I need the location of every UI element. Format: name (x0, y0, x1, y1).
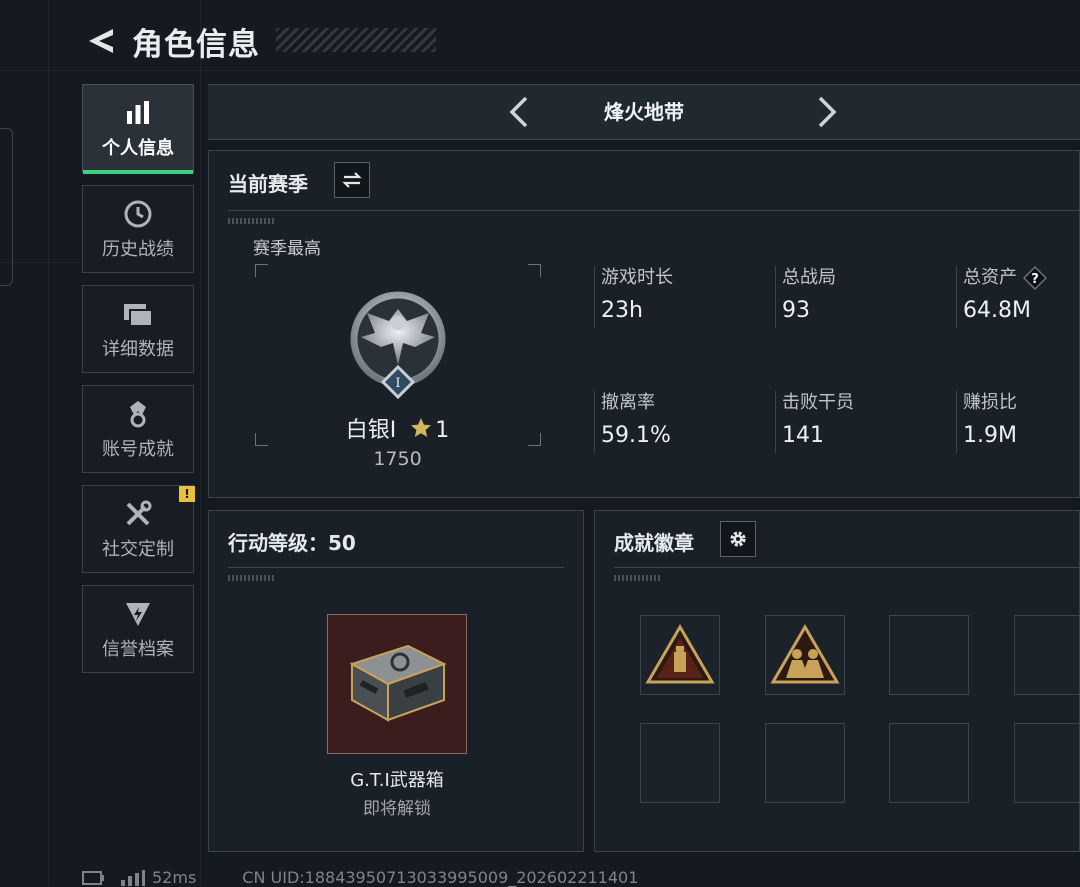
title-decoration (276, 28, 436, 52)
status-footer: 52ms CN UID:18843950713033995009_2026022… (82, 868, 638, 887)
stat-value: 59.1% (601, 423, 671, 448)
stat-operators-defeated: 击败干员 141 (775, 391, 952, 453)
sidebar-item-label: 历史战绩 (102, 239, 174, 260)
rank-score: 1750 (373, 448, 422, 470)
back-arrow-icon[interactable] (80, 21, 120, 61)
achievement-medal-icon (123, 397, 153, 431)
sidebar-item-label: 信誉档案 (102, 639, 174, 660)
stat-value: 141 (782, 423, 824, 448)
uid-text: CN UID:18843950713033995009_202602211401 (242, 868, 639, 887)
badge-slot-8[interactable] (1014, 723, 1080, 803)
stat-label: 赚损比 (963, 392, 1017, 413)
sidebar-item-credit[interactable]: 信誉档案 (82, 585, 194, 673)
badge-slot-1[interactable] (640, 615, 720, 695)
stat-label: 总资产 (963, 267, 1017, 288)
page-title: 角色信息 (132, 26, 260, 63)
stat-label: 撤离率 (601, 392, 655, 413)
stat-value: 23h (601, 298, 643, 323)
sidebar-item-personal-info[interactable]: 个人信息 (82, 84, 194, 174)
swap-arrows-icon (342, 172, 362, 188)
side-drawer-handle[interactable] (0, 128, 13, 286)
triangle-usb-badge-icon (645, 624, 715, 684)
sidebar-item-label: 社交定制 (102, 539, 174, 560)
badge-slot-6[interactable] (765, 723, 845, 803)
stat-total-matches: 总战局 93 (775, 266, 952, 328)
rank-emblem: I (343, 287, 453, 405)
page-header: 角色信息 (80, 18, 260, 64)
badge-slot-4[interactable] (1014, 615, 1080, 695)
stat-profit-loss: 赚损比 1.9M (956, 391, 1080, 453)
sidebar-item-social-custom[interactable]: 社交定制 ! (82, 485, 195, 573)
season-title: 当前赛季 (228, 172, 308, 196)
reward-status: 即将解锁 (363, 799, 431, 819)
rank-name: 白银I (345, 418, 397, 443)
triangle-squad-badge-icon (770, 624, 840, 684)
svg-text:?: ? (1031, 272, 1039, 287)
gear-icon (730, 531, 746, 547)
stat-play-time: 游戏时长 23h (594, 266, 771, 328)
season-best-label: 赛季最高 (253, 239, 321, 259)
season-switch-button[interactable] (334, 162, 370, 198)
mode-name: 烽火地带 (604, 100, 684, 124)
sidebar-item-label: 个人信息 (102, 138, 174, 159)
sidebar-item-history[interactable]: 历史战绩 (82, 185, 194, 273)
bar-chart-icon (124, 96, 152, 130)
weapon-crate-icon (349, 644, 447, 722)
folder-icon (122, 297, 154, 331)
sidebar-item-label: 账号成就 (102, 439, 174, 460)
signal-icon (121, 869, 145, 886)
ping-value: 52ms (152, 868, 197, 887)
tools-icon (123, 497, 153, 531)
chevron-right-icon[interactable] (808, 94, 844, 130)
badge-slot-2[interactable] (765, 615, 845, 695)
sidebar-item-details[interactable]: 详细数据 (82, 285, 194, 373)
action-level-title: 行动等级：50 (228, 531, 356, 555)
svg-text:I: I (395, 376, 400, 391)
stat-label: 击败干员 (782, 392, 854, 413)
stat-extract-rate: 撤离率 59.1% (594, 391, 771, 453)
warning-badge: ! (179, 486, 195, 502)
mode-selector: 烽火地带 (208, 84, 1080, 140)
chevron-left-icon[interactable] (502, 94, 538, 130)
credit-shield-icon (123, 597, 153, 631)
badge-slot-3[interactable] (889, 615, 969, 695)
stat-value: 64.8M (963, 298, 1031, 323)
badges-title: 成就徽章 (614, 531, 694, 555)
reward-name: G.T.I武器箱 (350, 770, 444, 791)
history-clock-icon (123, 197, 153, 231)
weapon-crate-reward[interactable] (327, 614, 467, 754)
rank-display: 白银I 1 (255, 412, 540, 444)
help-icon[interactable]: ? (1023, 266, 1047, 290)
stat-value: 1.9M (963, 423, 1017, 448)
badge-settings-button[interactable] (720, 521, 756, 557)
rank-stars: 1 (435, 418, 450, 443)
badge-slot-5[interactable] (640, 723, 720, 803)
stat-total-assets: 总资产? 64.8M (956, 266, 1080, 328)
sidebar-item-label: 详细数据 (102, 339, 174, 360)
sidebar-item-achievements[interactable]: 账号成就 (82, 385, 194, 473)
battery-icon (82, 870, 104, 885)
badge-slot-7[interactable] (889, 723, 969, 803)
stat-value: 93 (782, 298, 810, 323)
stat-label: 总战局 (782, 267, 836, 288)
stat-label: 游戏时长 (601, 267, 673, 288)
star-icon (411, 418, 432, 437)
